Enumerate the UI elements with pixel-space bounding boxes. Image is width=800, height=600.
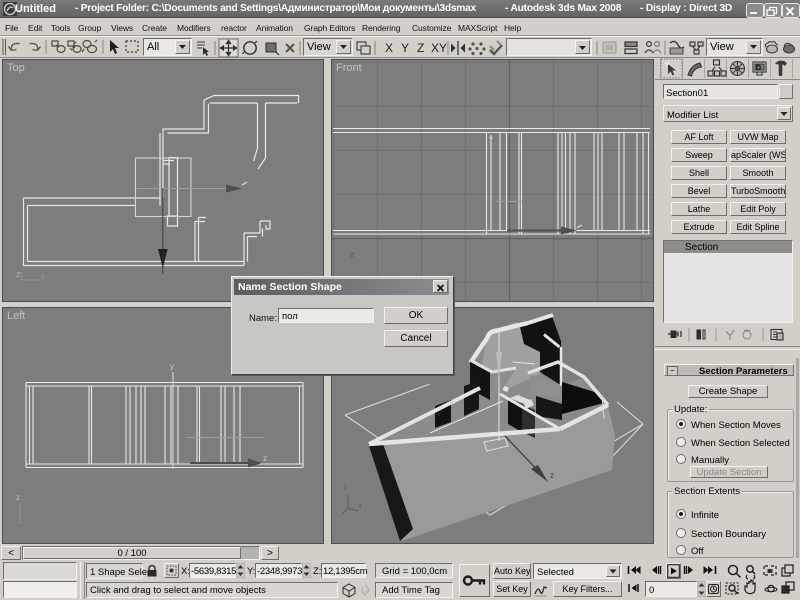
svg-text:z: z (16, 493, 20, 502)
svg-text:y: y (489, 134, 493, 143)
svg-text:XY: XY (431, 41, 447, 55)
svg-text:z: z (343, 483, 347, 492)
svg-text:Z: Z (417, 41, 424, 55)
svg-text:z: z (550, 471, 554, 480)
svg-text:Y: Y (401, 41, 409, 55)
svg-text:y: y (170, 362, 174, 371)
svg-text:z: z (350, 250, 354, 259)
svg-text:z: z (263, 454, 267, 463)
svg-text:D: D (756, 65, 761, 72)
svg-text:X: X (385, 41, 393, 55)
svg-text:z: z (16, 270, 20, 279)
svg-text:x: x (41, 274, 45, 281)
svg-text:x: x (358, 503, 362, 510)
